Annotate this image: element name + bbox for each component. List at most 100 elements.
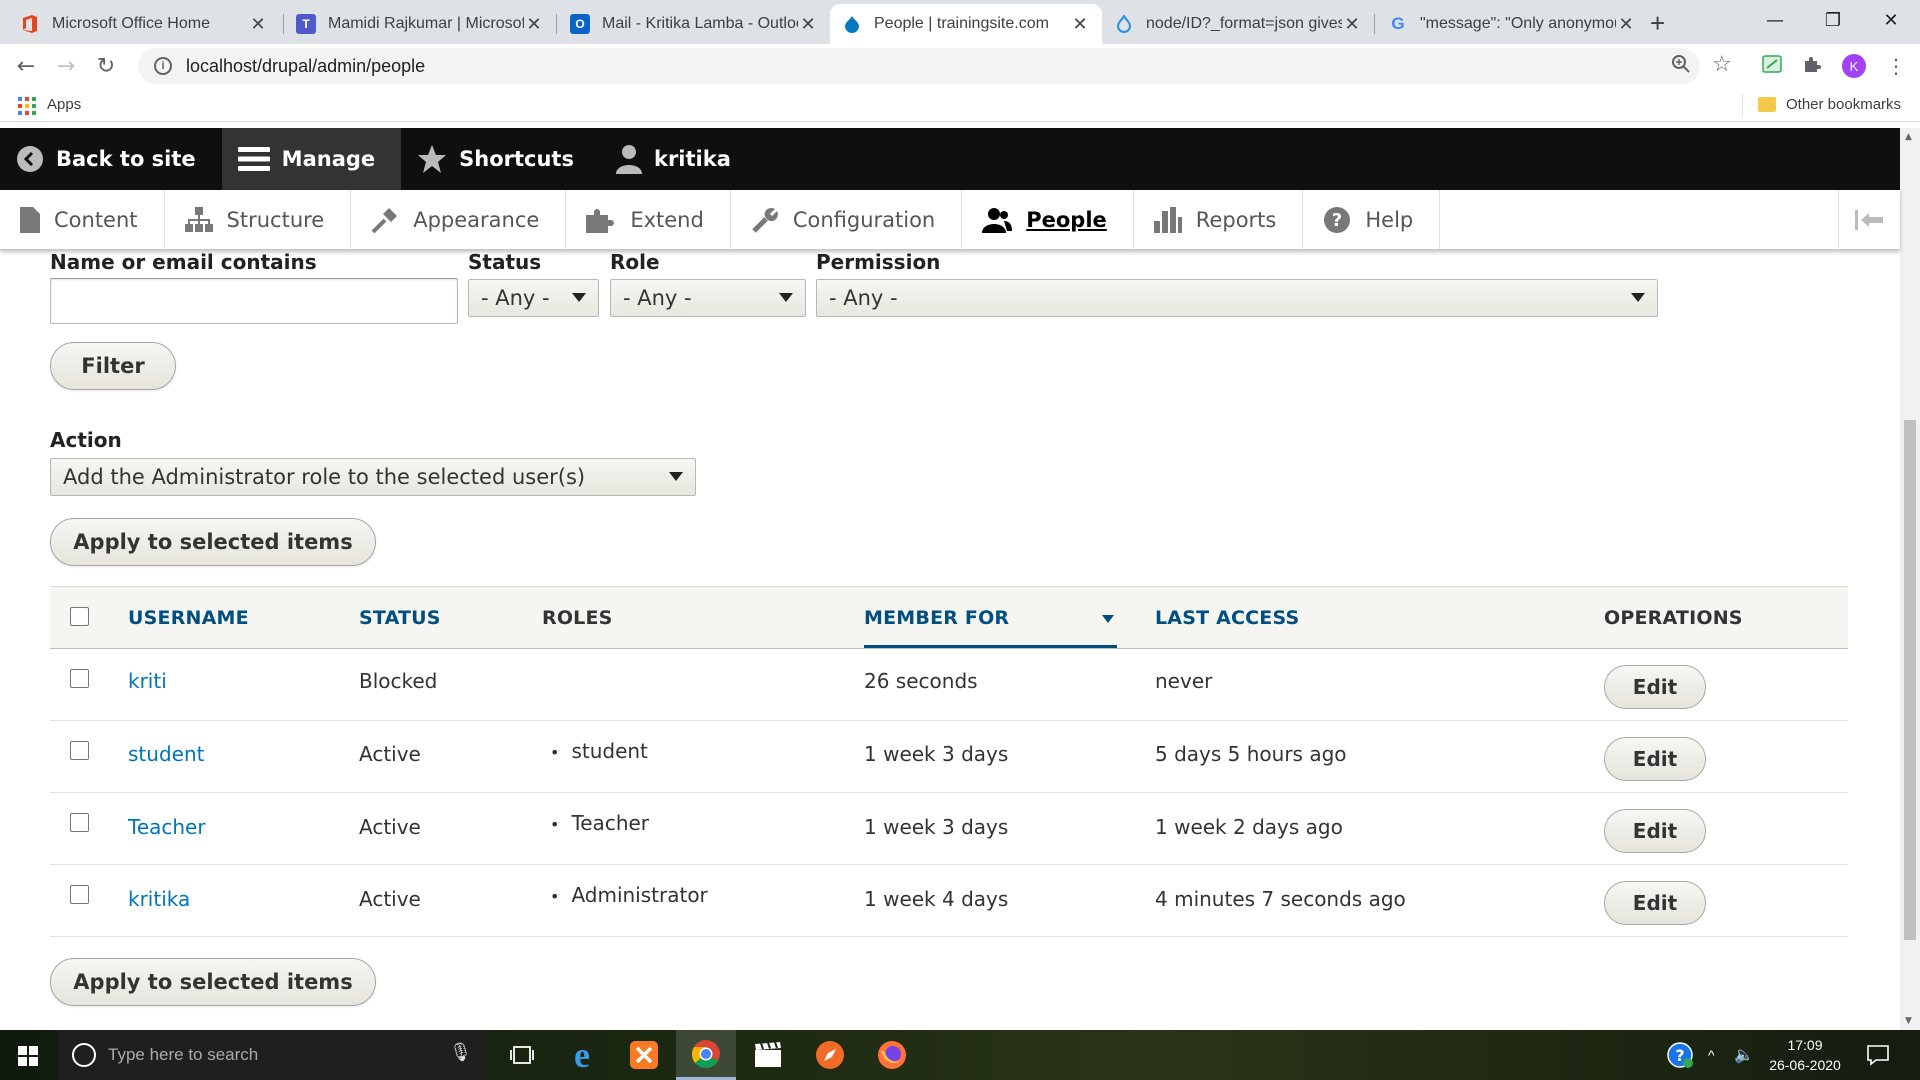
member-for-column-header[interactable]: MEMBER FOR: [864, 607, 1009, 629]
close-icon[interactable]: ✕: [524, 14, 544, 35]
row-checkbox[interactable]: [70, 669, 89, 688]
user-tab[interactable]: kritika: [600, 128, 757, 190]
xampp-icon[interactable]: [614, 1030, 674, 1080]
more-menu-icon[interactable]: ⋮: [1886, 54, 1906, 78]
scroll-down-icon[interactable]: ▼: [1905, 1016, 1912, 1026]
back-arrow-icon[interactable]: ←: [10, 50, 42, 82]
tray-item-configuration[interactable]: Configuration: [731, 190, 963, 249]
tray-item-label: Configuration: [792, 207, 936, 232]
chrome-icon[interactable]: [676, 1030, 736, 1080]
restore-button[interactable]: ❐: [1804, 0, 1862, 40]
close-window-button[interactable]: ✕: [1862, 0, 1920, 40]
tray-item-reports[interactable]: Reports: [1134, 190, 1304, 249]
browser-tab-node-json[interactable]: node/ID?_format=json gives ✕: [1102, 4, 1374, 44]
drupal-admin-toolbar: Back to site Manage Shortcuts kritika: [0, 128, 1900, 190]
new-tab-button[interactable]: +: [1650, 8, 1665, 39]
tray-item-people[interactable]: People: [962, 190, 1134, 249]
taskbar-clock[interactable]: 17:09 26-06-2020: [1755, 1035, 1855, 1075]
action-select[interactable]: Add the Administrator role to the select…: [50, 458, 696, 496]
select-all-checkbox[interactable]: [70, 607, 89, 626]
star-icon: [417, 144, 447, 174]
table-row: kriti Blocked 26 seconds never Edit: [50, 649, 1848, 721]
username-link[interactable]: Teacher: [128, 815, 206, 839]
edit-button[interactable]: Edit: [1604, 737, 1706, 781]
shortcuts-tab[interactable]: Shortcuts: [401, 128, 600, 190]
status-select[interactable]: - Any -: [468, 279, 599, 317]
notifications-icon[interactable]: [1866, 1030, 1890, 1080]
browser-tab-strip: Microsoft Office Home ✕ T Mamidi Rajkuma…: [0, 0, 1920, 44]
username-link[interactable]: kritika: [128, 887, 190, 911]
close-icon[interactable]: ✕: [1070, 14, 1090, 35]
appearance-icon: [371, 206, 399, 234]
reload-icon[interactable]: ↻: [90, 50, 122, 82]
page-scrollbar[interactable]: ▲ ▼: [1900, 128, 1920, 1030]
minimize-button[interactable]: —: [1746, 0, 1804, 40]
username-column-header[interactable]: USERNAME: [128, 607, 249, 629]
tray-item-content[interactable]: Content: [0, 190, 165, 249]
bookmark-apps[interactable]: Apps: [47, 96, 81, 113]
tray-item-label: Content: [54, 207, 138, 232]
profile-avatar[interactable]: K: [1842, 54, 1866, 78]
tray-orientation-toggle[interactable]: [1838, 190, 1900, 250]
microphone-icon[interactable]: 🎙: [449, 1042, 472, 1063]
bookmark-star-icon[interactable]: ☆: [1712, 52, 1732, 77]
browser-tab-teams[interactable]: T Mamidi Rajkumar | Microsoft ✕: [284, 4, 556, 44]
apply-selected-button-top[interactable]: Apply to selected items: [50, 518, 376, 566]
row-checkbox[interactable]: [70, 741, 89, 760]
browser-tab-people[interactable]: People | trainingsite.com ✕: [830, 4, 1102, 44]
name-email-input[interactable]: [50, 278, 458, 324]
close-icon[interactable]: ✕: [798, 14, 818, 35]
edit-button[interactable]: Edit: [1604, 809, 1706, 853]
apps-grid-icon[interactable]: [18, 97, 36, 115]
username-link[interactable]: student: [128, 742, 204, 766]
close-icon[interactable]: ✕: [248, 14, 268, 35]
firefox-icon[interactable]: [862, 1030, 922, 1080]
windows-start-icon[interactable]: [18, 1046, 38, 1066]
edit-button[interactable]: Edit: [1604, 881, 1706, 925]
taskbar-search[interactable]: Type here to search 🎙: [58, 1030, 486, 1080]
last-access-column-header[interactable]: LAST ACCESS: [1155, 607, 1299, 629]
tray-item-help[interactable]: ? Help: [1303, 190, 1441, 249]
apply-selected-button-bottom[interactable]: Apply to selected items: [50, 958, 376, 1006]
status-column-header[interactable]: STATUS: [359, 607, 441, 629]
extensions-puzzle-icon[interactable]: [1802, 54, 1822, 79]
show-hidden-icons[interactable]: ^: [1708, 1030, 1715, 1080]
filter-button[interactable]: Filter: [50, 342, 176, 390]
table-row: student Active student 1 week 3 days 5 d…: [50, 721, 1848, 793]
help-question-icon[interactable]: ?: [1666, 1030, 1694, 1080]
address-bar[interactable]: i localhost/drupal/admin/people: [138, 48, 1700, 84]
close-icon[interactable]: ✕: [1616, 14, 1636, 35]
scrollbar-thumb[interactable]: [1904, 420, 1916, 940]
bookmark-other[interactable]: Other bookmarks: [1786, 96, 1901, 113]
clapperboard-icon[interactable]: [738, 1030, 798, 1080]
scroll-up-icon[interactable]: ▲: [1905, 132, 1912, 142]
member-for-value: 26 seconds: [864, 669, 978, 693]
username-link[interactable]: kriti: [128, 669, 167, 693]
edge-browser-icon[interactable]: e: [552, 1030, 612, 1080]
role-select[interactable]: - Any -: [610, 279, 806, 317]
close-icon[interactable]: ✕: [1342, 14, 1362, 35]
office-icon: [20, 14, 40, 34]
row-checkbox[interactable]: [70, 885, 89, 904]
row-checkbox[interactable]: [70, 813, 89, 832]
extension-app-icon[interactable]: [1762, 54, 1782, 79]
url-text[interactable]: localhost/drupal/admin/people: [186, 56, 425, 77]
tray-item-appearance[interactable]: Appearance: [351, 190, 567, 249]
volume-icon[interactable]: 🔈: [1734, 1030, 1754, 1080]
forward-arrow-icon[interactable]: →: [50, 50, 82, 82]
tray-item-structure[interactable]: Structure: [165, 190, 352, 249]
browser-tab-google[interactable]: G "message": "Only anonymou ✕: [1376, 4, 1648, 44]
permission-select[interactable]: - Any -: [816, 279, 1658, 317]
info-icon[interactable]: i: [154, 57, 172, 75]
browser-tab-office[interactable]: Microsoft Office Home ✕: [8, 4, 280, 44]
tray-item-extend[interactable]: Extend: [566, 190, 731, 249]
edit-button[interactable]: Edit: [1604, 665, 1706, 709]
sort-descending-icon: [1102, 615, 1114, 623]
compass-app-icon[interactable]: [800, 1030, 860, 1080]
browser-tab-outlook[interactable]: O Mail - Kritika Lamba - Outloo ✕: [558, 4, 830, 44]
last-access-value: 4 minutes 7 seconds ago: [1155, 887, 1406, 911]
task-view-icon[interactable]: [492, 1030, 552, 1080]
zoom-icon[interactable]: [1671, 54, 1691, 79]
manage-tab[interactable]: Manage: [221, 128, 402, 190]
back-to-site-link[interactable]: Back to site: [0, 128, 222, 190]
